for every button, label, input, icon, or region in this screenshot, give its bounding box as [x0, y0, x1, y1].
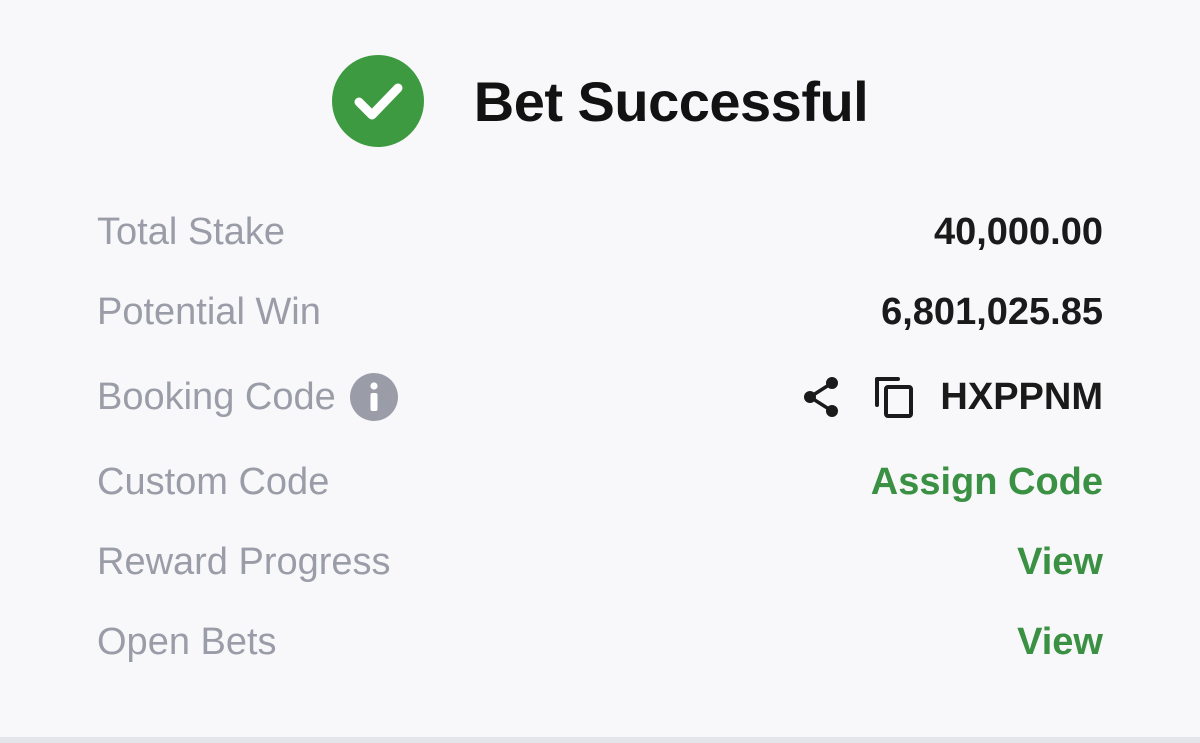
open-bets-view-link[interactable]: View	[1017, 621, 1103, 664]
custom-code-row: Custom Code Assign Code	[97, 452, 1103, 512]
page-title: Bet Successful	[473, 69, 869, 133]
booking-code-label-group: Booking Code	[97, 373, 398, 421]
booking-code-row: Booking Code HXPPNM	[97, 367, 1103, 427]
total-stake-value: 40,000.00	[933, 210, 1103, 253]
reward-progress-row: Reward Progress View	[97, 532, 1103, 592]
bet-confirmation-panel: Bet Successful Total Stake 40,000.00 Pot…	[0, 0, 1200, 743]
open-bets-label: Open Bets	[97, 620, 277, 663]
confirmation-header: Bet Successful	[0, 55, 1200, 147]
potential-win-row: Potential Win 6,801,025.85	[97, 282, 1103, 342]
booking-code-actions: HXPPNM	[798, 374, 1103, 420]
total-stake-row: Total Stake 40,000.00	[97, 202, 1103, 262]
check-circle-icon	[331, 55, 424, 147]
copy-icon[interactable]	[872, 374, 918, 420]
reward-progress-view-link[interactable]: View	[1017, 541, 1103, 584]
potential-win-label: Potential Win	[97, 290, 321, 333]
booking-code-label: Booking Code	[97, 375, 336, 418]
custom-code-label: Custom Code	[97, 460, 330, 503]
divider	[0, 737, 1200, 743]
booking-code-value: HXPPNM	[940, 375, 1103, 418]
open-bets-row: Open Bets View	[97, 612, 1103, 672]
total-stake-label: Total Stake	[97, 210, 285, 253]
potential-win-value: 6,801,025.85	[881, 290, 1103, 333]
reward-progress-label: Reward Progress	[97, 540, 391, 583]
assign-code-link[interactable]: Assign Code	[871, 461, 1103, 504]
info-icon[interactable]	[349, 373, 398, 421]
share-icon[interactable]	[798, 374, 844, 420]
